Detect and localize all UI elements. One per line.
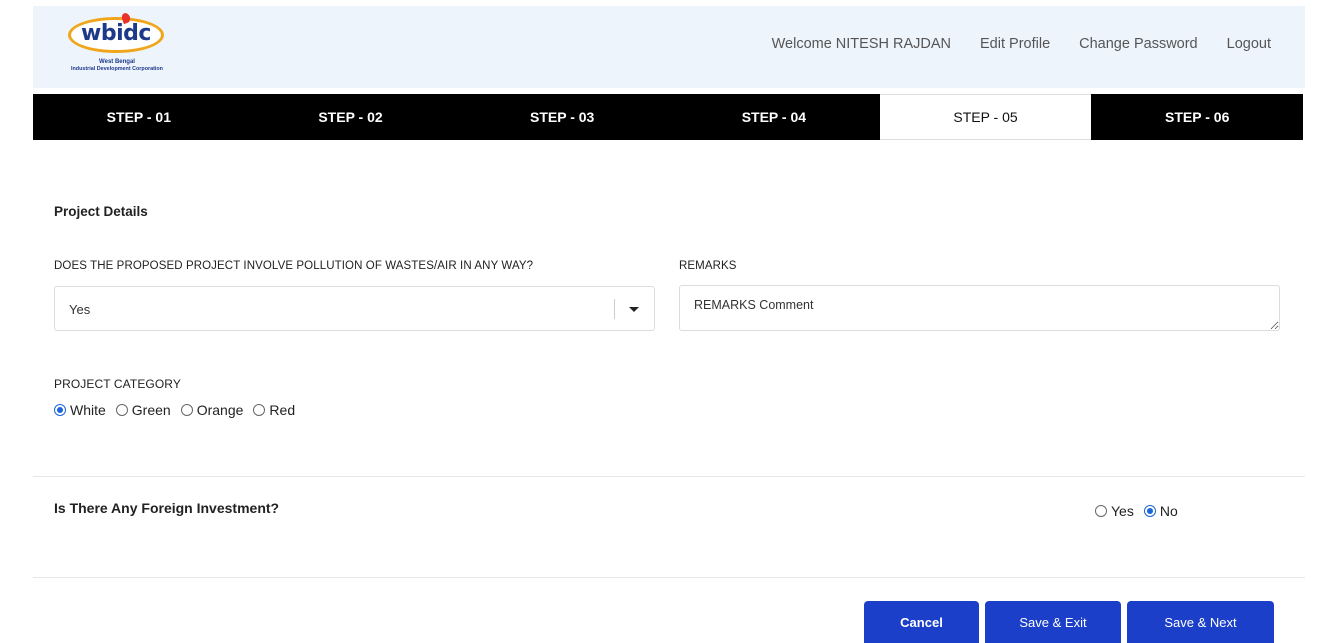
- caret-down-icon[interactable]: [629, 307, 639, 312]
- change-password-link[interactable]: Change Password: [1079, 36, 1198, 52]
- top-navigation: Welcome NITESH RAJDAN Edit Profile Chang…: [772, 6, 1271, 82]
- wbidc-logo[interactable]: wbidc West Bengal Industrial Development…: [62, 11, 172, 77]
- section-title: Project Details: [54, 204, 148, 219]
- logo-wordmark: wbidc: [81, 21, 151, 46]
- category-option-label: White: [70, 402, 106, 418]
- project-category-radio-group: White Green Orange Red: [54, 402, 305, 418]
- radio-checked-icon[interactable]: [1143, 505, 1156, 517]
- logo-subtitle-line2: Industrial Development Corporation: [71, 66, 163, 72]
- divider: [33, 476, 1305, 477]
- radio-checked-icon[interactable]: [54, 404, 66, 416]
- radio-unchecked-icon[interactable]: [180, 404, 193, 416]
- remarks-label: REMARKS: [679, 260, 737, 272]
- radio-unchecked-icon[interactable]: [115, 404, 128, 416]
- foreign-option-label: Yes: [1111, 503, 1134, 519]
- tab-step-05[interactable]: STEP - 05: [879, 94, 1092, 140]
- pollution-select-value: Yes: [69, 302, 91, 317]
- project-category-label: PROJECT CATEGORY: [54, 377, 181, 391]
- save-exit-button[interactable]: Save & Exit: [985, 601, 1121, 643]
- tab-step-02[interactable]: STEP - 02: [245, 94, 457, 140]
- cancel-button[interactable]: Cancel: [864, 601, 979, 643]
- step-tabs: STEP - 01 STEP - 02 STEP - 03 STEP - 04 …: [33, 94, 1303, 140]
- welcome-text: Welcome NITESH RAJDAN: [771, 36, 952, 52]
- select-separator: [614, 299, 615, 319]
- category-radio-green[interactable]: Green: [115, 402, 171, 418]
- pollution-select[interactable]: Yes: [54, 286, 655, 331]
- tab-step-04[interactable]: STEP - 04: [668, 94, 880, 140]
- tab-step-01[interactable]: STEP - 01: [33, 94, 245, 140]
- category-option-label: Orange: [196, 402, 244, 418]
- radio-unchecked-icon[interactable]: [1095, 505, 1107, 517]
- tab-step-06[interactable]: STEP - 06: [1091, 94, 1303, 140]
- foreign-investment-question: Is There Any Foreign Investment?: [54, 500, 280, 516]
- category-option-label: Red: [269, 402, 296, 418]
- remarks-textarea[interactable]: REMARKS Comment: [679, 285, 1280, 331]
- page-header: wbidc West Bengal Industrial Development…: [33, 6, 1305, 88]
- save-next-button[interactable]: Save & Next: [1127, 601, 1274, 643]
- category-radio-red[interactable]: Red: [253, 402, 295, 418]
- logo-subtitle-line1: West Bengal: [99, 59, 135, 65]
- radio-unchecked-icon[interactable]: [253, 404, 266, 416]
- foreign-radio-no[interactable]: No: [1143, 503, 1178, 519]
- category-option-label: Green: [131, 402, 171, 418]
- category-radio-white[interactable]: White: [54, 402, 106, 418]
- tab-step-03[interactable]: STEP - 03: [456, 94, 668, 140]
- pollution-label: DOES THE PROPOSED PROJECT INVOLVE POLLUT…: [54, 260, 534, 272]
- logout-link[interactable]: Logout: [1227, 36, 1271, 52]
- foreign-radio-yes[interactable]: Yes: [1095, 503, 1134, 519]
- foreign-option-label: No: [1159, 503, 1178, 519]
- divider: [33, 577, 1305, 578]
- category-radio-orange[interactable]: Orange: [180, 402, 244, 418]
- foreign-investment-radio-group: Yes No: [1095, 503, 1188, 519]
- edit-profile-link[interactable]: Edit Profile: [980, 36, 1050, 52]
